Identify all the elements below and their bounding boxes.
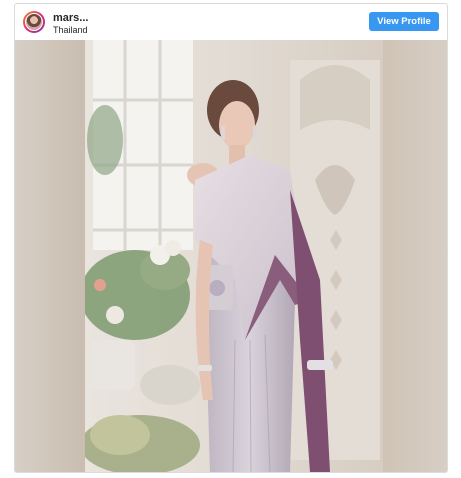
- view-profile-button[interactable]: View Profile: [369, 12, 439, 31]
- avatar-photo: [25, 13, 43, 31]
- instagram-embed-card: mars... Thailand View Profile: [14, 3, 448, 473]
- avatar[interactable]: [23, 11, 45, 33]
- username[interactable]: mars...: [53, 12, 88, 24]
- post-header: mars... Thailand View Profile: [15, 4, 447, 40]
- location[interactable]: Thailand: [53, 25, 88, 35]
- photo-content: [85, 40, 383, 472]
- photo-blur-right: [383, 40, 447, 472]
- post-photo[interactable]: [15, 40, 447, 472]
- photo-blur-left: [15, 40, 85, 472]
